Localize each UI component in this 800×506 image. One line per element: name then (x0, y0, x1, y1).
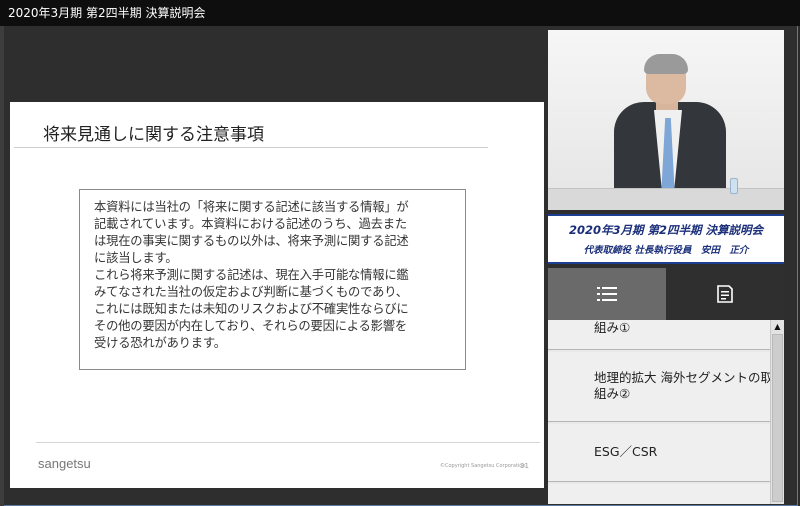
window-title: 2020年3月期 第2四半期 決算説明会 (8, 6, 206, 20)
list-icon (597, 287, 617, 301)
notice-line: これには既知または未知のリスクおよび不確実性ならびに (94, 302, 409, 316)
presentation-slide: 将来見通しに関する注意事項 本資料には当社の「将来に関する記述に該当する情報」が… (10, 102, 544, 488)
caption-event-title: 2020年3月期 第2四半期 決算説明会 (568, 223, 764, 237)
notice-line: に該当します。 (94, 251, 178, 265)
chapter-scrollbar[interactable]: ▲ (770, 320, 784, 504)
brand-logo: sangetsu (38, 456, 91, 471)
podium (548, 188, 784, 210)
video-caption: 2020年3月期 第2四半期 決算説明会 代表取締役 社長執行役員 安田 正介 (548, 214, 784, 264)
tab-documents[interactable] (666, 268, 784, 320)
notice-line: は現在の事実に関するもの以外は、将来予測に関する記述 (94, 234, 409, 248)
notice-line: これら将来予測に関する記述は、現在入手可能な情報に鑑 (94, 268, 409, 282)
chapter-label: 地理的拡大 海外セグメントの取 組み② (594, 370, 770, 402)
slide-title: 将来見通しに関する注意事項 (43, 125, 264, 145)
slide-page-number: 31 (520, 462, 529, 470)
panel-tabs (548, 268, 784, 320)
notice-line: 受ける恐れがあります。 (94, 336, 226, 350)
scroll-up-arrow-icon[interactable]: ▲ (771, 320, 784, 333)
chapter-item[interactable]: 組み① (548, 320, 770, 350)
notice-line: 本資料には当社の「将来に関する記述に該当する情報」が (94, 200, 409, 214)
notice-line: みてなされた当社の仮定および判断に基づくものであり、 (94, 285, 408, 299)
tab-chapter-list[interactable] (548, 268, 666, 320)
title-bar: 2020年3月期 第2四半期 決算説明会 (0, 0, 800, 26)
window-border (0, 26, 4, 506)
scroll-thumb[interactable] (772, 334, 783, 502)
slide-footer-divider (36, 442, 540, 443)
chapter-label-line: 組み② (594, 386, 631, 401)
caption-speaker-name: 代表取締役 社長執行役員 安田 正介 (583, 245, 749, 256)
notice-line: その他の要因が内在しており、それらの要因による影響を (94, 319, 407, 333)
chapter-label: 組み① (594, 320, 631, 335)
notice-box: 本資料には当社の「将来に関する記述に該当する情報」が 記載されています。本資料に… (79, 189, 466, 370)
chapter-item[interactable]: ESG／CSR (548, 424, 770, 482)
chapter-list: 組み① 地理的拡大 海外セグメントの取 組み② ESG／CSR (548, 320, 770, 504)
chapter-item[interactable] (548, 484, 770, 504)
chapter-label-line: 地理的拡大 海外セグメントの取 (594, 370, 770, 385)
speaker-hair (644, 54, 688, 74)
chapter-label: ESG／CSR (594, 444, 658, 459)
copyright-text: ©Copyright Sangetsu Corporation (440, 463, 526, 469)
notice-line: 記載されています。本資料における記述のうち、過去また (94, 217, 407, 231)
document-icon (717, 285, 733, 303)
slide-title-divider (14, 147, 488, 148)
water-bottle (730, 178, 738, 194)
speaker-video[interactable] (548, 30, 784, 210)
chapter-item[interactable]: 地理的拡大 海外セグメントの取 組み② (548, 352, 770, 422)
